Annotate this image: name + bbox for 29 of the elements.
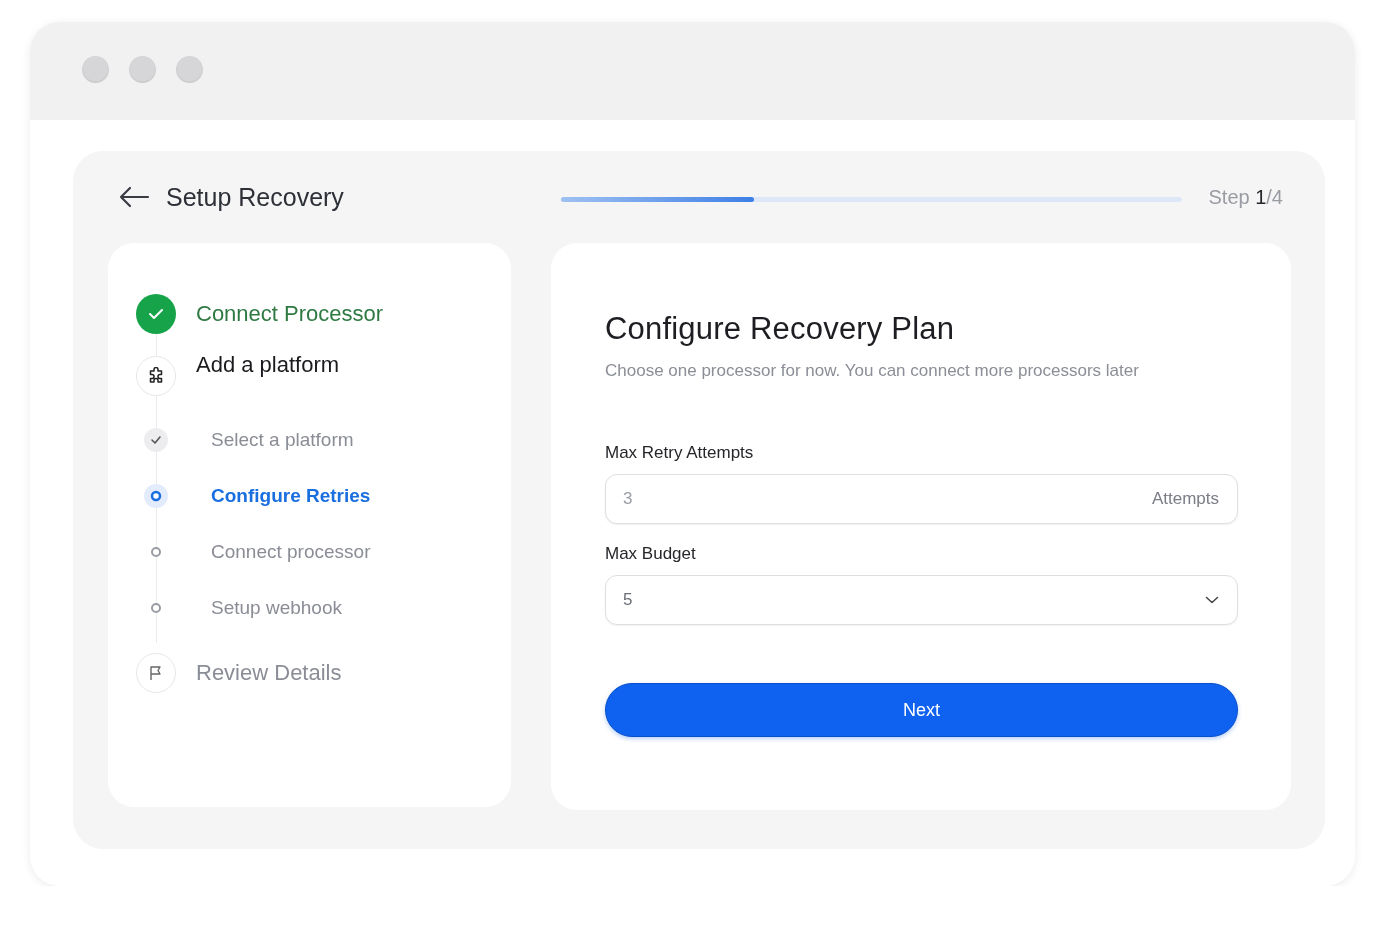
substep-label[interactable]: Connect processor [211,541,371,563]
field-label: Max Retry Attempts [605,443,755,463]
form-subtitle: Choose one processor for now. You can connect more processors later [605,361,1140,381]
number-input[interactable]: 3 [623,489,1152,509]
input-field[interactable]: 3 Attempts [605,474,1238,524]
check-icon [148,307,164,320]
chevron-down-icon [1205,596,1219,604]
page-title: Setup Recovery [166,182,345,212]
step-label[interactable]: Connect Processor [196,300,384,327]
puzzle-icon [147,367,165,385]
dropdown-value: 5 [623,590,634,610]
dropdown-field[interactable]: 5 [605,575,1238,625]
window-dot[interactable] [176,55,203,83]
unit-label: Attempts [1151,489,1219,509]
check-icon [150,435,162,445]
substep-label[interactable]: Setup webhook [211,597,342,619]
step-indicator: Step 1/4 [1208,185,1283,209]
window-dot[interactable] [129,55,156,83]
substep-label[interactable]: Configure Retries [211,485,371,507]
substep-label[interactable]: Select a platform [211,429,354,451]
step-label[interactable]: Review Details [196,659,342,686]
flag-icon [149,664,163,681]
back-arrow-icon[interactable] [118,186,150,208]
form-title: Configure Recovery Plan [605,311,956,347]
next-button[interactable]: Next [605,683,1238,737]
step-label[interactable]: Add a platform [196,352,340,378]
ring-icon [150,490,162,502]
field-label: Max Budget [605,544,697,564]
window-dot[interactable] [82,55,109,83]
